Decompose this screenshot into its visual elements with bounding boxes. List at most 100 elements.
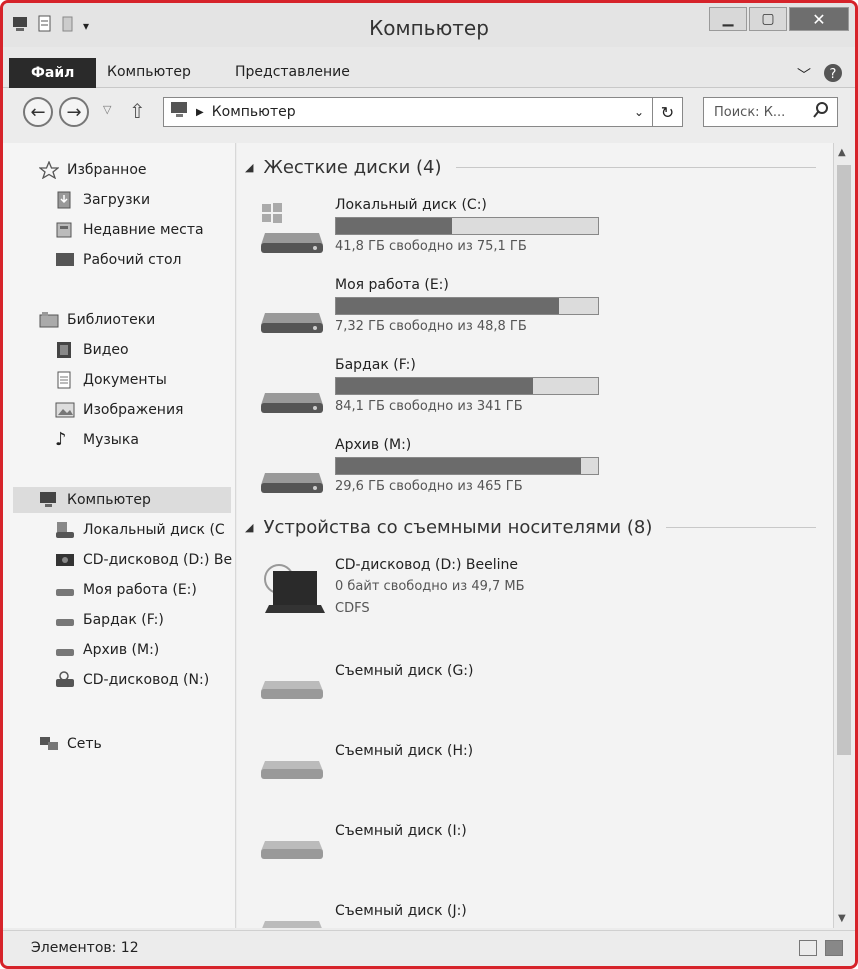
nav-drive-f[interactable]: Бардак (F:) [55, 607, 164, 633]
removable-drive-icon [259, 911, 325, 928]
hard-drive-icon [55, 581, 75, 599]
drive-file-system: CDFS [335, 601, 370, 616]
up-button[interactable]: ⇧ [129, 99, 146, 123]
drive-usage-bar [335, 297, 599, 315]
recent-places-icon [55, 221, 75, 239]
drive-usage-fill [336, 378, 534, 394]
nav-cd-drive-n[interactable]: CD-дисковод (N:) [55, 667, 209, 693]
group-divider [666, 527, 817, 528]
nav-drive-m[interactable]: Архив (M:) [55, 637, 159, 663]
address-dropdown-icon[interactable]: ⌄ [634, 105, 644, 119]
view-switcher [799, 940, 843, 956]
nav-favorites[interactable]: Избранное [38, 157, 147, 183]
cd-drive-icon [55, 671, 75, 689]
scroll-down-icon[interactable]: ▼ [838, 913, 846, 924]
nav-computer[interactable]: Компьютер [13, 487, 231, 513]
nav-downloads[interactable]: Загрузки [55, 187, 150, 213]
nav-pictures[interactable]: Изображения [55, 397, 183, 423]
collapse-triangle-icon[interactable]: ◢ [245, 521, 253, 534]
nav-drive-e[interactable]: Моя работа (E:) [55, 577, 197, 603]
back-button[interactable]: ← [23, 97, 53, 127]
removable-drive-icon [259, 751, 325, 787]
drive-name: Моя работа (E:) [335, 277, 449, 293]
drive-free-space: 84,1 ГБ свободно из 341 ГБ [335, 399, 523, 414]
arrow-left-icon: ← [30, 101, 46, 123]
forward-button[interactable]: → [59, 97, 89, 127]
large-icons-view-icon[interactable] [825, 940, 843, 956]
drive-usage-fill [336, 298, 559, 314]
nav-music[interactable]: ♪ Музыка [55, 427, 139, 453]
group-heading: Устройства со съемными носителями (8) [263, 517, 653, 538]
removable-drive-icon [259, 831, 325, 867]
window-controls: ▁ ▢ ✕ [709, 7, 849, 31]
tab-computer[interactable]: Компьютер [89, 57, 209, 87]
star-icon [38, 160, 60, 180]
drive-name: Бардак (F:) [335, 357, 416, 373]
recent-locations-button[interactable]: ▽ [103, 103, 111, 116]
status-bar: Элементов: 12 [3, 930, 855, 966]
group-heading: Жесткие диски (4) [263, 157, 442, 178]
nav-documents[interactable]: Документы [55, 367, 167, 393]
expand-ribbon-icon[interactable]: ﹀ [797, 65, 811, 85]
nav-network[interactable]: Сеть [39, 731, 102, 757]
search-icon[interactable] [813, 102, 829, 122]
search-placeholder: Поиск: К... [714, 104, 786, 120]
nav-drive-c[interactable]: Локальный диск (C [55, 517, 225, 543]
tab-view[interactable]: Представление [217, 57, 368, 87]
details-view-icon[interactable] [799, 940, 817, 956]
drive-name: Съемный диск (G:) [335, 663, 474, 679]
maximize-button[interactable]: ▢ [749, 7, 787, 31]
ribbon-controls: ﹀ ? [797, 63, 843, 87]
drive-free-space: 29,6 ГБ свободно из 465 ГБ [335, 479, 523, 494]
nav-cd-drive-d[interactable]: CD-дисковод (D:) Be [55, 547, 232, 573]
vertical-scrollbar[interactable]: ▲ ▼ [833, 143, 854, 928]
explorer-window: ▾ Компьютер ▁ ▢ ✕ Файл Компьютер Предста… [0, 0, 858, 969]
drive-usage-bar [335, 377, 599, 395]
system-drive-icon [55, 521, 75, 539]
minimize-button[interactable]: ▁ [709, 7, 747, 31]
drive-name: Съемный диск (J:) [335, 903, 467, 919]
group-hard-disks[interactable]: ◢ Жесткие диски (4) [245, 157, 816, 178]
network-icon [39, 735, 59, 753]
cd-drive-icon [55, 551, 75, 569]
drive-usage-bar [335, 457, 599, 475]
cd-drive-icon [259, 557, 329, 623]
scroll-up-icon[interactable]: ▲ [838, 147, 846, 158]
drive-usage-fill [336, 458, 582, 474]
hard-drive-icon [55, 611, 75, 629]
video-icon [55, 341, 75, 359]
title-bar: ▾ Компьютер ▁ ▢ ✕ [3, 3, 855, 47]
drive-usage-fill [336, 218, 453, 234]
breadcrumb-computer[interactable]: Компьютер [212, 104, 296, 120]
nav-videos[interactable]: Видео [55, 337, 129, 363]
navigation-bar: ← → ▽ ⇧ ▶ Компьютер ⌄ ↻ Поиск: К... [3, 89, 855, 141]
tab-file[interactable]: Файл [9, 58, 97, 88]
item-count: Элементов: 12 [31, 940, 139, 956]
hard-drive-icon [259, 383, 325, 419]
group-removable[interactable]: ◢ Устройства со съемными носителями (8) [245, 517, 817, 538]
refresh-button[interactable]: ↻ [653, 97, 683, 127]
nav-desktop[interactable]: Рабочий стол [55, 247, 182, 273]
libraries-icon [39, 311, 59, 329]
refresh-icon: ↻ [660, 102, 675, 122]
hard-drive-icon [259, 303, 325, 339]
close-button[interactable]: ✕ [789, 7, 849, 31]
breadcrumb-separator-icon: ▶ [196, 106, 204, 118]
collapse-triangle-icon[interactable]: ◢ [245, 161, 253, 174]
address-bar[interactable]: ▶ Компьютер ⌄ [163, 97, 653, 127]
navigation-pane: Избранное Загрузки Недавние места Рабочи… [3, 143, 236, 928]
help-icon[interactable]: ? [823, 63, 843, 87]
drive-free-space: 41,8 ГБ свободно из 75,1 ГБ [335, 239, 527, 254]
arrow-right-icon: → [66, 101, 82, 123]
nav-libraries[interactable]: Библиотеки [39, 307, 155, 333]
ribbon: Файл Компьютер Представление ﹀ ? [3, 47, 855, 88]
desktop-icon [55, 251, 75, 269]
scrollbar-thumb[interactable] [837, 165, 851, 755]
downloads-icon [55, 191, 75, 209]
computer-icon [39, 491, 59, 509]
nav-recent-places[interactable]: Недавние места [55, 217, 204, 243]
arrow-up-icon: ⇧ [129, 99, 146, 123]
drive-name: CD-дисковод (D:) Beeline [335, 557, 519, 573]
search-box[interactable]: Поиск: К... [703, 97, 838, 127]
drive-name: Съемный диск (H:) [335, 743, 474, 759]
